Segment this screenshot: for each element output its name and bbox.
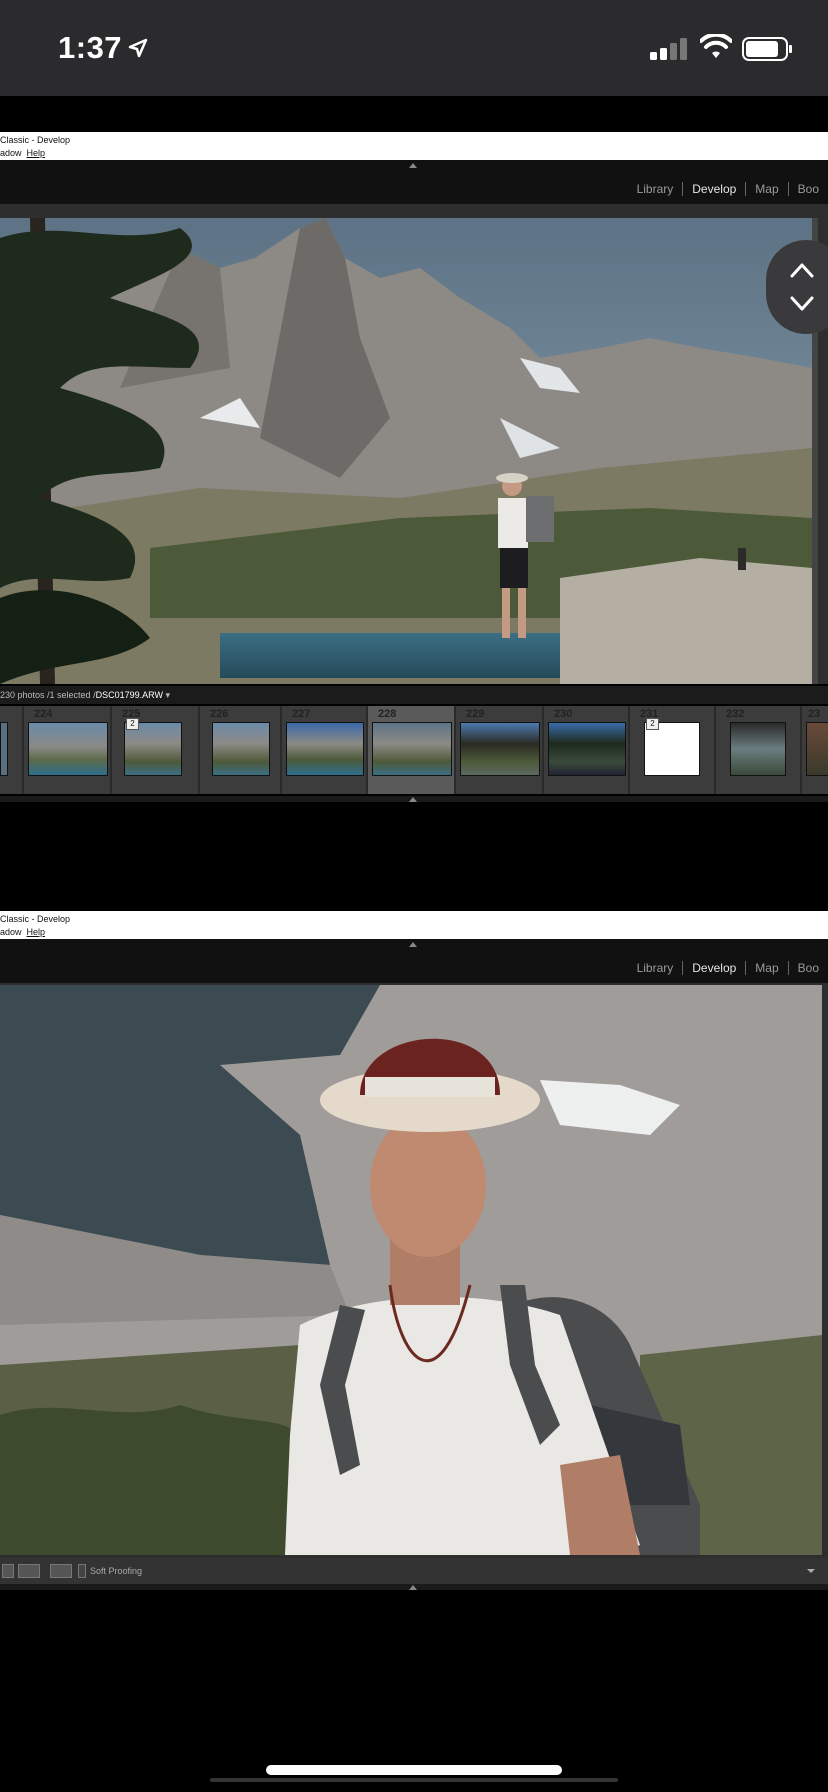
thumbnail <box>548 722 626 776</box>
wifi-icon <box>700 34 732 58</box>
compare-button[interactable] <box>50 1564 72 1578</box>
toolbar-menu-icon[interactable] <box>806 1568 816 1574</box>
module-header-2: Library Develop Map Boo <box>0 939 828 983</box>
module-develop[interactable]: Develop <box>683 961 745 975</box>
thumbnail <box>460 722 540 776</box>
module-header: Library Develop Map Boo <box>0 160 828 204</box>
filmstrip: 224 225 2 226 227 228 229 230 231 2 232 … <box>0 706 828 794</box>
chevron-up-icon[interactable] <box>790 262 814 278</box>
module-picker: Library Develop Map Boo <box>628 179 828 199</box>
home-indicator[interactable] <box>266 1765 562 1775</box>
module-picker-2: Library Develop Map Boo <box>628 958 828 978</box>
menu-window[interactable]: adow <box>0 148 22 158</box>
panel-toggle-top-2[interactable] <box>409 942 417 947</box>
thumbnail <box>372 722 452 776</box>
filmstrip-cell[interactable]: 232 <box>716 706 800 794</box>
menu-window[interactable]: adow <box>0 927 22 937</box>
location-arrow-icon <box>128 38 148 58</box>
selected-filename[interactable]: DSC01799.ARW <box>96 690 163 700</box>
page-nav-button[interactable] <box>766 240 828 334</box>
develop-toolbar: Soft Proofing <box>0 1558 828 1584</box>
menu-help[interactable]: Help <box>27 148 46 158</box>
panel-toggle-top[interactable] <box>409 163 417 168</box>
status-bar: 1:37 <box>0 0 828 96</box>
filmstrip-cell[interactable]: 227 <box>282 706 366 794</box>
filmstrip-cell[interactable]: 225 2 <box>112 706 198 794</box>
module-book[interactable]: Boo <box>789 182 828 196</box>
module-library[interactable]: Library <box>628 961 683 975</box>
filmstrip-cell-selected[interactable]: 228 <box>368 706 454 794</box>
status-time: 1:37 <box>58 30 123 65</box>
module-map[interactable]: Map <box>746 961 787 975</box>
module-library[interactable]: Library <box>628 182 683 196</box>
module-book[interactable]: Boo <box>789 961 828 975</box>
thumbnail <box>286 722 364 776</box>
bottom-panel-bar <box>0 1584 828 1590</box>
stack-badge: 2 <box>126 718 139 730</box>
soft-proofing-label: Soft Proofing <box>90 1566 143 1576</box>
chevron-down-icon[interactable] <box>790 296 814 312</box>
panel-toggle-bottom[interactable] <box>409 797 417 802</box>
filmstrip-cell[interactable]: 230 <box>544 706 628 794</box>
main-photo-portrait[interactable] <box>0 985 822 1555</box>
thumbnail <box>28 722 108 776</box>
before-after-button[interactable] <box>18 1564 40 1578</box>
stack-badge: 2 <box>646 718 659 730</box>
thumbnail <box>124 722 182 776</box>
main-photo-landscape[interactable] <box>0 218 812 684</box>
thumbnail <box>730 722 786 776</box>
module-map[interactable]: Map <box>746 182 787 196</box>
menu-bar: adow Help <box>0 927 45 937</box>
battery-icon <box>742 37 792 61</box>
filmstrip-cell[interactable]: 224 <box>24 706 110 794</box>
menu-help[interactable]: Help <box>27 927 46 937</box>
filmstrip-cell[interactable]: 23 <box>802 706 828 794</box>
window-title: Classic - Develop <box>0 135 71 145</box>
filmstrip-info-bar: 230 photos /1 selected /DSC01799.ARW ▾ <box>0 686 828 704</box>
filmstrip-cell[interactable]: 226 <box>200 706 280 794</box>
window-title: Classic - Develop <box>0 914 71 924</box>
home-indicator-track <box>210 1778 618 1782</box>
menu-bar: adow Help <box>0 148 45 158</box>
photo-count: 230 photos /1 selected /DSC01799.ARW ▾ <box>0 690 170 700</box>
thumbnail <box>212 722 270 776</box>
window-title-bar: Classic - Develop adow Help <box>0 132 828 160</box>
window-title-bar-2: Classic - Develop adow Help <box>0 911 828 939</box>
filmstrip-cell[interactable]: 229 <box>456 706 542 794</box>
filmstrip-cell[interactable] <box>0 706 22 794</box>
module-develop[interactable]: Develop <box>683 182 745 196</box>
cellular-signal-icon <box>650 38 687 60</box>
loupe-view-button[interactable] <box>2 1564 14 1578</box>
soft-proofing-checkbox[interactable] <box>78 1564 86 1578</box>
filmstrip-cell[interactable]: 231 2 <box>630 706 714 794</box>
thumbnail <box>806 722 828 776</box>
filmstrip-bottom-bar <box>0 796 828 802</box>
panel-toggle-bottom-2[interactable] <box>409 1585 417 1590</box>
thumbnail-blank <box>644 722 700 776</box>
